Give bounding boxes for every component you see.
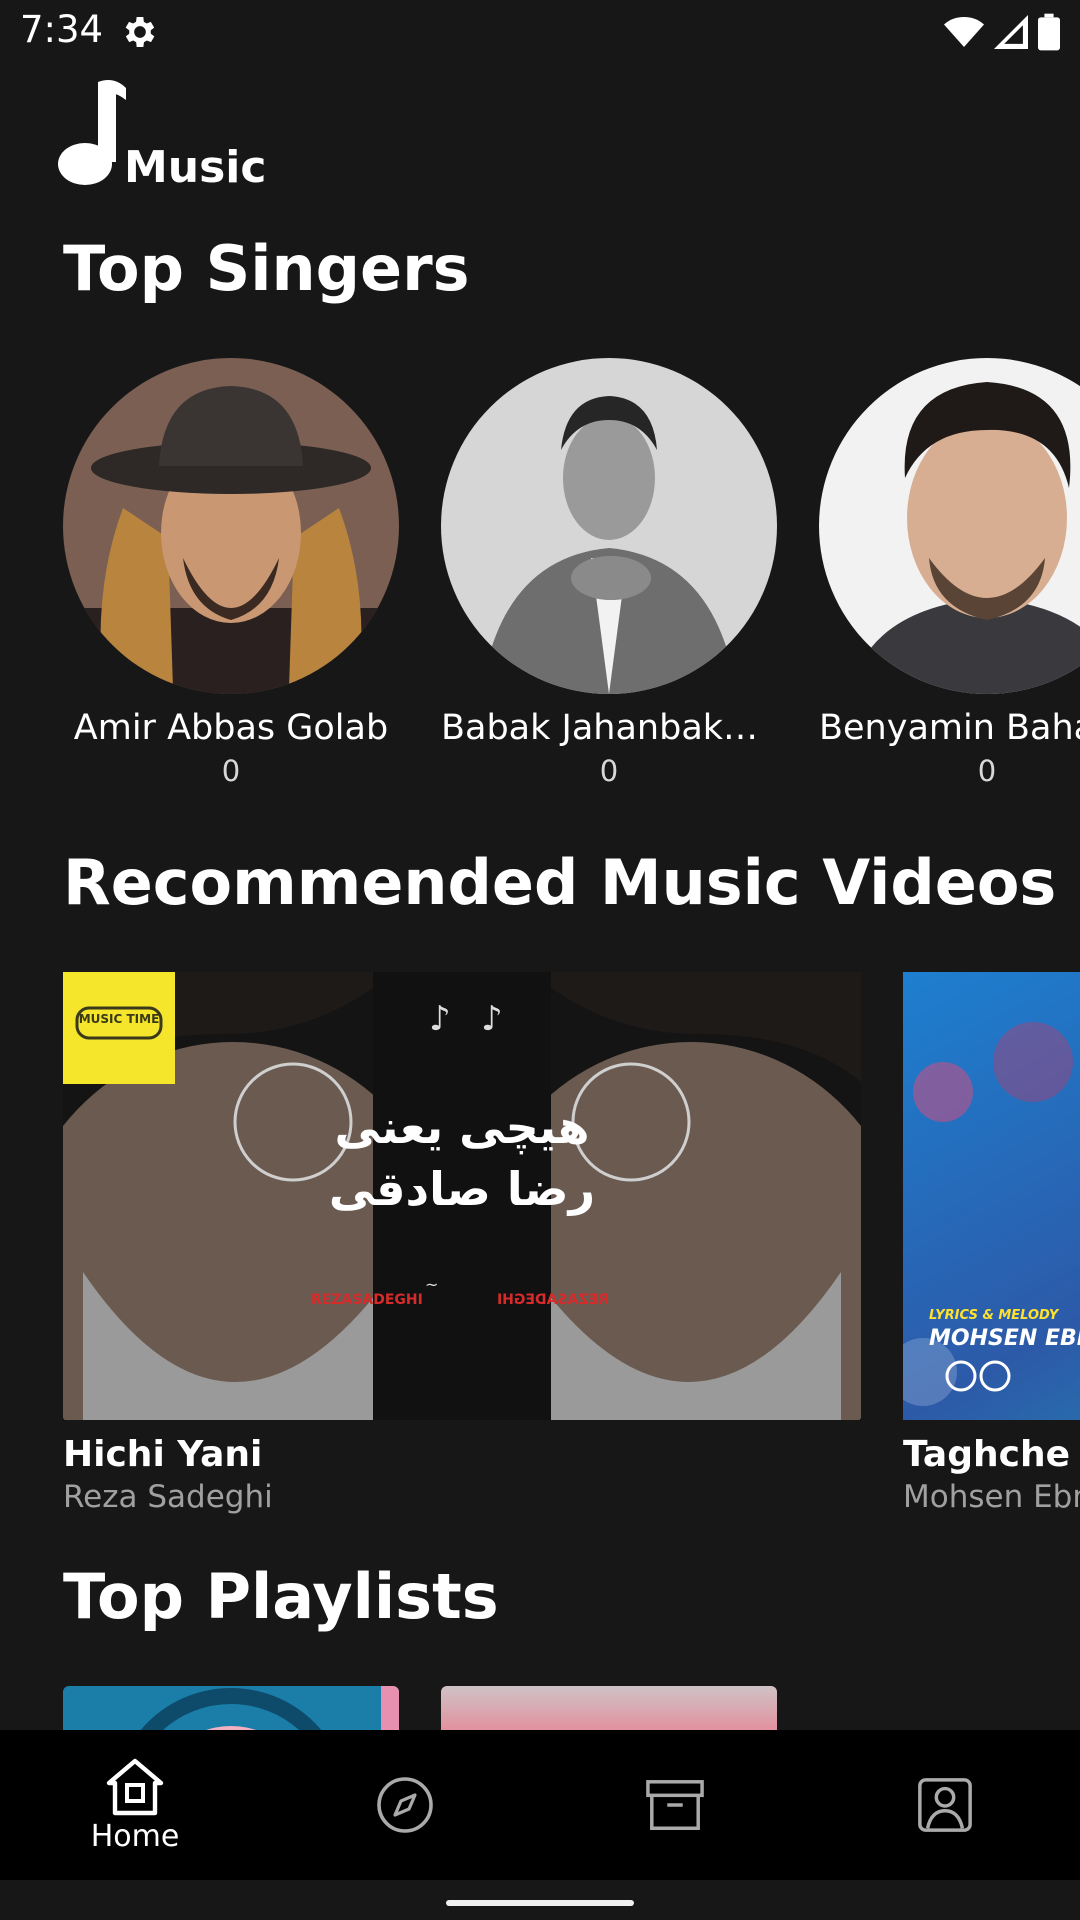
videos-carousel[interactable]: ♪ ♪ ~ MUSIC TIME هیچی یعنی رضا صادقی REZ… [0,972,1080,1532]
singer-avatar[interactable] [63,358,399,694]
video-thumb-brand-right: REZASADEGHI [497,1292,609,1308]
singer-count: 0 [221,754,241,788]
video-card[interactable]: ♪ ♪ ~ MUSIC TIME هیچی یعنی رضا صادقی REZ… [63,972,861,1515]
singer-count: 0 [599,754,619,788]
logo-text: Music [124,142,267,193]
video-thumbnail[interactable]: LYRICS & MELODY MOHSEN EBRAH [903,972,1080,1420]
wifi-icon [944,17,984,47]
nav-label-home: Home [90,1818,180,1854]
playlists-carousel[interactable] [0,1686,1080,1730]
video-thumb-caption-small: LYRICS & MELODY [929,1308,1059,1323]
status-bar: 7:34 [0,0,1080,64]
top-playlists-title: Top Playlists [63,1560,499,1633]
video-thumb-caption-big: MOHSEN EBRAH [929,1326,1080,1351]
video-title: Taghche B [903,1434,1080,1475]
top-singers-title: Top Singers [63,232,470,305]
nav-item-profile[interactable] [810,1730,1080,1880]
cellular-signal-icon [994,15,1028,49]
playlist-card[interactable] [441,1686,777,1730]
singer-avatar[interactable] [441,358,777,694]
video-artist: Reza Sadeghi [63,1479,273,1515]
singer-name: Benyamin Bahadori [819,708,1080,748]
gesture-handle[interactable] [446,1900,634,1906]
settings-gear-icon [125,17,155,47]
playlist-card[interactable] [63,1686,399,1730]
singer-name: Babak Jahanbakhsh [441,708,777,748]
video-thumb-title-line2: رضا صادقی [328,1162,596,1216]
video-title: Hichi Yani [63,1434,263,1475]
status-icons [944,12,1060,52]
battery-icon [1038,13,1060,51]
profile-icon [918,1778,972,1832]
singer-card[interactable]: Babak Jahanbakhsh 0 [441,358,777,788]
nav-item-explore[interactable] [270,1730,540,1880]
gesture-area [0,1880,1080,1920]
video-thumbnail[interactable]: ♪ ♪ ~ MUSIC TIME هیچی یعنی رضا صادقی REZ… [63,972,861,1420]
music-note-icon [58,80,126,185]
svg-text:♪: ♪ [481,999,503,1039]
nav-item-home[interactable]: Home [0,1730,270,1880]
singer-avatar[interactable] [819,358,1080,694]
nav-item-library[interactable] [540,1730,810,1880]
video-thumb-title-line1: هیچی یعنی [334,1100,590,1154]
singer-card[interactable]: Amir Abbas Golab 0 [63,358,399,788]
status-time: 7:34 [20,8,104,51]
singer-count: 0 [977,754,997,788]
singer-card[interactable]: Benyamin Bahadori 0 [819,358,1080,788]
video-thumb-brand-left: REZASADEGHI [311,1292,423,1308]
app-logo: Music [58,78,266,198]
singer-name: Amir Abbas Golab [73,708,389,748]
recommended-videos-title: Recommended Music Videos [63,846,1057,919]
compass-icon [377,1777,433,1833]
svg-text:♪: ♪ [429,999,451,1039]
svg-text:~: ~ [425,1275,438,1294]
singers-carousel[interactable]: Amir Abbas Golab 0 Babak Jahanbakhsh 0 B… [0,358,1080,798]
music-home-screen: 7:34 Music Top Singers Amir Abbas Golab … [0,0,1080,1920]
video-artist: Mohsen Ebr [903,1479,1080,1515]
video-badge: MUSIC TIME [78,1012,160,1026]
home-icon [106,1758,164,1815]
bottom-navigation: Home [0,1730,1080,1880]
video-card[interactable]: LYRICS & MELODY MOHSEN EBRAH Taghche B M… [903,972,1080,1515]
archive-icon [646,1780,704,1830]
